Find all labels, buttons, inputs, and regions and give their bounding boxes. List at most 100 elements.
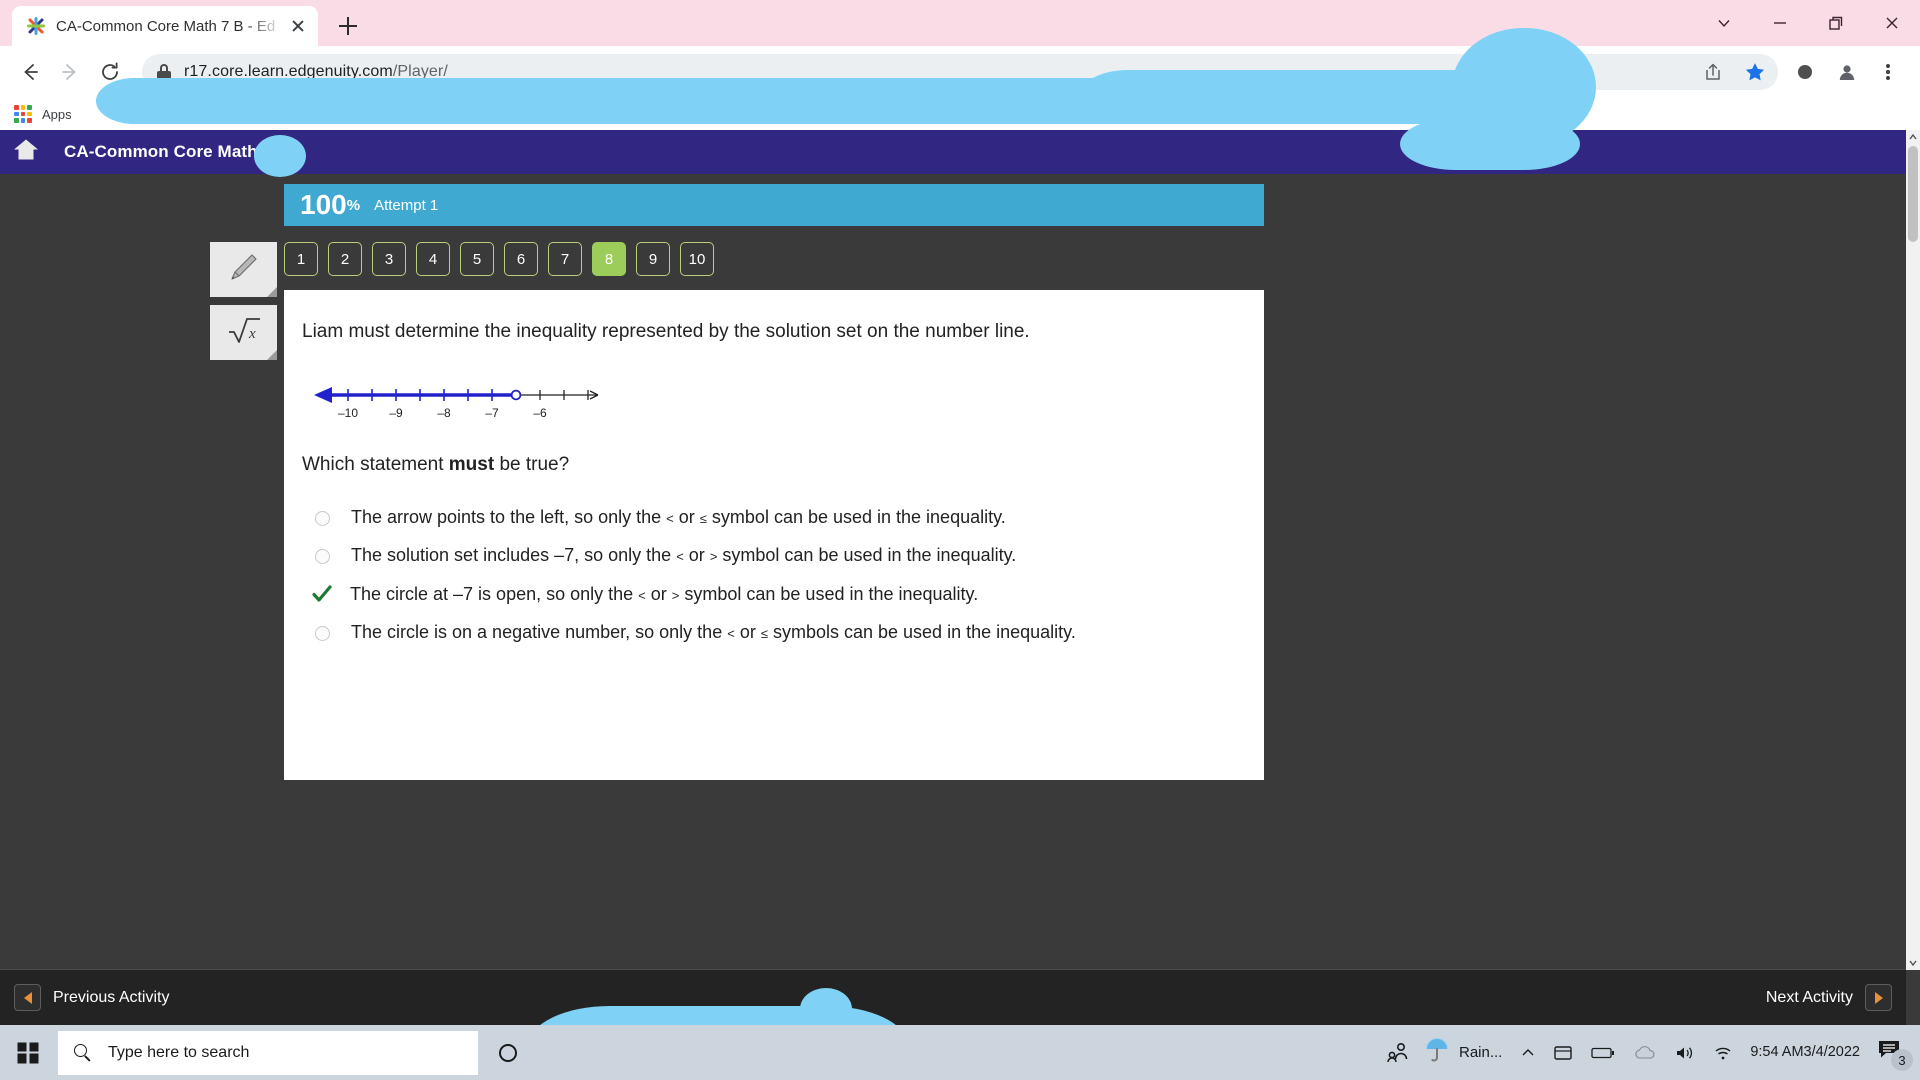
circle-icon: [499, 1043, 517, 1062]
scroll-up-arrow-icon[interactable]: [1906, 130, 1920, 144]
volume-icon[interactable]: [1666, 1025, 1704, 1080]
weather-widget[interactable]: Rain...: [1420, 1025, 1512, 1080]
number-line-label-4: –6: [533, 406, 547, 420]
clock-date: 3/4/2022: [1803, 1043, 1860, 1060]
forward-button[interactable]: [50, 52, 90, 92]
option-fragment: ≤: [760, 626, 768, 642]
apps-grid-icon[interactable]: [14, 105, 32, 123]
calculator-tool[interactable]: x: [210, 305, 277, 360]
question-nav-button-8[interactable]: 8: [592, 242, 626, 276]
sqrt-x-icon: x: [224, 313, 264, 352]
page-scrollbar[interactable]: [1906, 130, 1920, 970]
answer-option-label: The solution set includes –7, so only th…: [351, 544, 1016, 567]
question-nav-button-5[interactable]: 5: [460, 242, 494, 276]
wifi-icon[interactable]: [1704, 1025, 1742, 1080]
clock-time: 9:54 AM: [1750, 1043, 1804, 1060]
taskbar-clock[interactable]: 9:54 AM 3/4/2022: [1742, 1025, 1872, 1080]
question-card: Liam must determine the inequality repre…: [284, 290, 1264, 780]
question-nav-button-3[interactable]: 3: [372, 242, 406, 276]
tab-title: CA-Common Core Math 7 B - Ed: [56, 17, 276, 35]
browser-menu-button[interactable]: [1870, 53, 1906, 91]
chevron-down-icon[interactable]: [1696, 0, 1752, 46]
previous-activity-label: Previous Activity: [53, 988, 170, 1006]
question-stem: Liam must determine the inequality repre…: [302, 321, 1030, 342]
question-nav-button-2[interactable]: 2: [328, 242, 362, 276]
prompt-pre: Which statement: [302, 453, 449, 475]
edgenuity-logo-icon: [26, 16, 46, 36]
home-icon: [12, 137, 40, 168]
minimize-icon[interactable]: [1752, 0, 1808, 46]
bookmark-star-icon[interactable]: [1742, 59, 1768, 85]
task-view-button[interactable]: [478, 1025, 538, 1080]
answer-option[interactable]: The circle is on a negative number, so o…: [302, 621, 1264, 644]
number-line-label-1: –9: [389, 406, 403, 420]
answer-option[interactable]: The solution set includes –7, so only th…: [302, 544, 1264, 567]
scroll-down-arrow-icon[interactable]: [1906, 956, 1920, 970]
answer-option-label: The circle is on a negative number, so o…: [351, 621, 1076, 644]
app-header: CA-Common Core Math: [0, 130, 1920, 174]
new-tab-button[interactable]: [328, 6, 368, 46]
question-nav-button-1[interactable]: 1: [284, 242, 318, 276]
show-hidden-icons-button[interactable]: [1512, 1025, 1544, 1080]
number-line-figure: –10 –9 –8 –7 –6: [306, 379, 1264, 428]
url-host: r17.core.learn.edgenuity.com: [184, 63, 393, 80]
url-path: /Player/: [392, 63, 448, 80]
share-icon[interactable]: [1700, 59, 1726, 85]
close-window-icon[interactable]: [1864, 0, 1920, 46]
start-button[interactable]: [0, 1025, 56, 1080]
answer-radio-button[interactable]: [315, 510, 330, 526]
onedrive-icon[interactable]: [1544, 1025, 1582, 1080]
taskbar-search-box[interactable]: Type here to search: [58, 1030, 478, 1075]
tab-strip: CA-Common Core Math 7 B - Ed: [0, 0, 1920, 46]
restore-icon[interactable]: [1808, 0, 1864, 46]
battery-icon[interactable]: [1582, 1025, 1624, 1080]
question-nav-button-9[interactable]: 9: [636, 242, 670, 276]
answer-radio-button[interactable]: [315, 549, 330, 565]
search-icon: [74, 1043, 92, 1062]
cloud-icon[interactable]: [1624, 1025, 1666, 1080]
question-nav-button-4[interactable]: 4: [416, 242, 450, 276]
number-line-label-0: –10: [338, 406, 358, 420]
next-arrow-icon: [1865, 984, 1892, 1011]
option-fragment: <: [676, 549, 684, 565]
option-fragment: The solution set includes –7, so only th…: [351, 545, 677, 566]
number-line-label-3: –7: [485, 406, 499, 420]
question-nav-button-7[interactable]: 7: [548, 242, 582, 276]
browser-toolbar: r17.core.learn.edgenuity.com/Player/: [0, 46, 1920, 98]
back-button[interactable]: [10, 52, 50, 92]
option-fragment: The circle at –7 is open, so only the: [350, 583, 639, 604]
scrollbar-thumb[interactable]: [1908, 146, 1918, 242]
answer-options: The arrow points to the left, so only th…: [302, 506, 1264, 644]
answer-option[interactable]: The arrow points to the left, so only th…: [302, 506, 1264, 529]
option-fragment: <: [727, 626, 735, 642]
question-nav-button-10[interactable]: 10: [680, 242, 714, 276]
previous-activity-button[interactable]: Previous Activity: [14, 984, 169, 1011]
tool-panel: x: [210, 242, 277, 368]
profile-avatar-icon[interactable]: [1828, 53, 1866, 91]
window-controls: [1696, 0, 1920, 46]
next-activity-button[interactable]: Next Activity: [1766, 984, 1892, 1011]
option-fragment: or: [673, 506, 700, 527]
svg-text:x: x: [248, 326, 256, 342]
meet-now-icon[interactable]: [1376, 1025, 1420, 1080]
system-tray: Rain... 9:54 AM 3/4/2022 3: [1376, 1025, 1920, 1080]
toolbar-right-icons: [1786, 53, 1910, 91]
answer-radio-button[interactable]: [315, 626, 330, 642]
option-fragment: or: [645, 583, 672, 604]
address-bar[interactable]: r17.core.learn.edgenuity.com/Player/: [142, 54, 1778, 90]
option-fragment: symbols can be used in the inequality.: [767, 622, 1076, 643]
percent-symbol: %: [346, 196, 361, 214]
close-tab-icon[interactable]: [286, 14, 310, 38]
answer-option[interactable]: The circle at –7 is open, so only the < …: [302, 583, 1264, 606]
notification-center-button[interactable]: 3: [1872, 1025, 1916, 1080]
home-button[interactable]: [0, 130, 52, 174]
highlighter-tool[interactable]: [210, 242, 277, 297]
reload-button[interactable]: [90, 52, 130, 92]
extension-icon[interactable]: [1786, 53, 1824, 91]
apps-bookmark-label[interactable]: Apps: [42, 107, 72, 122]
correct-check-icon: [312, 585, 332, 602]
question-nav-button-6[interactable]: 6: [504, 242, 538, 276]
prompt-post: be true?: [494, 453, 570, 475]
browser-tab[interactable]: CA-Common Core Math 7 B - Ed: [12, 6, 318, 46]
next-activity-label: Next Activity: [1765, 988, 1853, 1006]
